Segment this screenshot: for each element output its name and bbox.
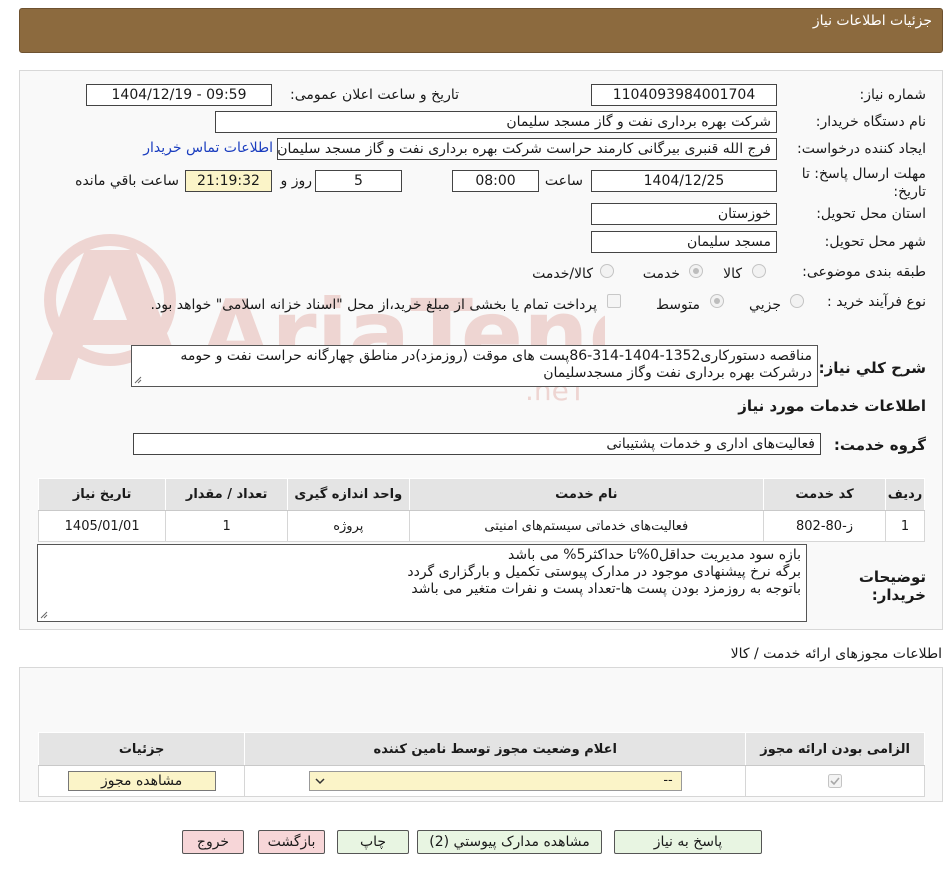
remaining-time-field: 21:19:32: [185, 170, 272, 192]
resize-handle-icon[interactable]: [40, 611, 48, 619]
process-label: نوع فرآیند خرید :: [827, 294, 926, 310]
province-field: خوزستان: [591, 203, 777, 225]
back-button[interactable]: بازگشت: [258, 830, 325, 854]
requester-label: ایجاد کننده درخواست:: [797, 141, 926, 157]
cell-unit: پروژه: [286, 510, 410, 542]
process-radio-minor[interactable]: [790, 294, 804, 308]
cell-service-code: ز-80-802: [763, 510, 887, 542]
licenses-table-header: الزامی بودن ارائه مجوز اعلام وضعیت مجوز …: [37, 732, 925, 766]
deadline-label: مهلت ارسال پاسخ: تا: [801, 166, 926, 182]
print-button[interactable]: چاپ: [337, 830, 409, 854]
licenses-section-title: اطلاعات مجوزهای ارائه خدمت / کالا: [730, 646, 942, 662]
attachments-button[interactable]: مشاهده مدارک پیوستي (2): [417, 830, 602, 854]
days-remaining-field: 5: [315, 170, 402, 192]
buyer-notes-textarea: بازه سود مدیریت حداقل0%تا حداکثر5% می با…: [37, 544, 807, 622]
city-label: شهر محل تحویل:: [824, 234, 926, 250]
need-number-field: 1104093984001704: [591, 84, 777, 106]
services-table: ردیف کد خدمت نام خدمت واحد اندازه گیری ت…: [37, 478, 925, 542]
category-label: طبقه بندی موضوعی:: [802, 264, 926, 280]
category-radio-goods-service[interactable]: [600, 264, 614, 278]
cell-license-required: [745, 765, 925, 797]
buyer-notes-label-2: خریدار:: [871, 586, 926, 604]
buyer-note-line: بازه سود مدیریت حداقل0%تا حداکثر5% می با…: [508, 547, 801, 563]
view-license-button[interactable]: مشاهده مجوز: [67, 771, 216, 791]
license-status-select[interactable]: --: [308, 771, 682, 791]
category-option-service: خدمت: [642, 266, 680, 282]
licenses-table: الزامی بودن ارائه مجوز اعلام وضعیت مجوز …: [37, 732, 925, 797]
deadline-date-field: 1404/12/25: [591, 170, 777, 192]
table-row: -- مشاهده مجوز: [37, 765, 925, 797]
cell-license-details: مشاهده مجوز: [37, 765, 246, 797]
requester-field: فرج الله قنبری بیرگانی کارمند حراست شرکت…: [277, 138, 777, 160]
col-need-date: تاریخ نیاز: [37, 478, 167, 511]
cell-row-number: 1: [885, 510, 925, 542]
col-license-details: جزئیات: [37, 732, 246, 766]
treasury-payment-checkbox[interactable]: [607, 294, 621, 308]
buyer-note-line: برگه نرخ پیشنهادی موجود در مدارک پیوستی …: [407, 564, 801, 580]
category-radio-goods[interactable]: [752, 264, 766, 278]
col-unit: واحد اندازه گیری: [286, 478, 410, 511]
service-group-label: گروه خدمت:: [833, 436, 926, 454]
need-number-label: شماره نیاز:: [859, 87, 927, 103]
checked-checkbox-icon[interactable]: [828, 774, 843, 788]
col-service-code: کد خدمت: [763, 478, 887, 511]
announce-date-field: 1404/12/19 - 09:59: [86, 84, 272, 106]
buyer-org-field: شرکت بهره برداری نفت و گاز مسجد سلیمان: [215, 111, 777, 133]
days-label: روز و: [280, 173, 313, 189]
cell-need-date: 1405/01/01: [37, 510, 167, 542]
exit-button[interactable]: خروج: [182, 830, 244, 854]
deadline-time-label: ساعت: [544, 173, 583, 189]
process-radio-medium[interactable]: [710, 294, 724, 308]
col-row-number: ردیف: [885, 478, 925, 511]
chevron-down-icon: [315, 778, 325, 785]
cell-quantity: 1: [165, 510, 288, 542]
cell-license-status: --: [244, 765, 747, 797]
license-status-value: --: [663, 773, 673, 788]
category-option-goods-service: کالا/خدمت: [532, 266, 593, 282]
treasury-payment-note: پرداخت تمام یا بخشی از مبلغ خرید،از محل …: [150, 297, 597, 313]
reply-button[interactable]: پاسخ به نیاز: [614, 830, 762, 854]
services-table-header: ردیف کد خدمت نام خدمت واحد اندازه گیری ت…: [37, 478, 925, 511]
category-option-goods: کالا: [723, 266, 742, 282]
buyer-note-line: باتوجه به روزمزد بودن پست ها-تعداد پست و…: [411, 581, 801, 597]
cell-service-name: فعالیت‌های خدماتی سیستم‌های امنیتی: [408, 510, 765, 542]
announce-date-label: تاریخ و ساعت اعلان عمومی:: [290, 87, 459, 103]
city-field: مسجد سلیمان: [591, 231, 777, 253]
table-row: 1 ز-80-802 فعالیت‌های خدماتی سیستم‌های ا…: [37, 510, 925, 542]
buyer-contact-link[interactable]: اطلاعات تماس خریدار: [143, 140, 273, 156]
province-label: استان محل تحویل:: [816, 206, 926, 222]
description-line-2: درشرکت بهره برداری نفت وگاز مسجدسلیمان: [543, 365, 812, 381]
buyer-org-label: نام دستگاه خریدار:: [815, 114, 926, 130]
page-header: [19, 8, 943, 53]
remaining-time-label: ساعت باقي مانده: [75, 173, 179, 189]
col-service-name: نام خدمت: [408, 478, 765, 511]
services-section-title: اطلاعات خدمات مورد نیاز: [738, 397, 926, 415]
category-radio-service[interactable]: [689, 264, 703, 278]
deadline-time-field: 08:00: [452, 170, 539, 192]
description-line-1: مناقصه دستورکاری1352-1404-314-86پست های …: [180, 348, 812, 364]
resize-handle-icon[interactable]: [134, 376, 142, 384]
deadline-date-label: تاریخ:: [893, 184, 926, 200]
service-group-field: فعالیت‌های اداری و خدمات پشتیبانی: [133, 433, 821, 455]
description-label: شرح کلي نیاز:: [818, 359, 926, 377]
page-title: جزئیات اطلاعات نیاز: [812, 13, 932, 29]
col-license-required: الزامی بودن ارائه مجوز: [745, 732, 925, 766]
process-option-minor: جزيي: [749, 297, 781, 313]
buyer-notes-label: توضیحات: [858, 568, 926, 586]
col-license-status: اعلام وضعیت مجوز توسط نامین کننده: [244, 732, 747, 766]
col-quantity: تعداد / مقدار: [165, 478, 288, 511]
description-textarea: مناقصه دستورکاری1352-1404-314-86پست های …: [131, 345, 818, 387]
process-option-medium: متوسط: [656, 297, 700, 313]
